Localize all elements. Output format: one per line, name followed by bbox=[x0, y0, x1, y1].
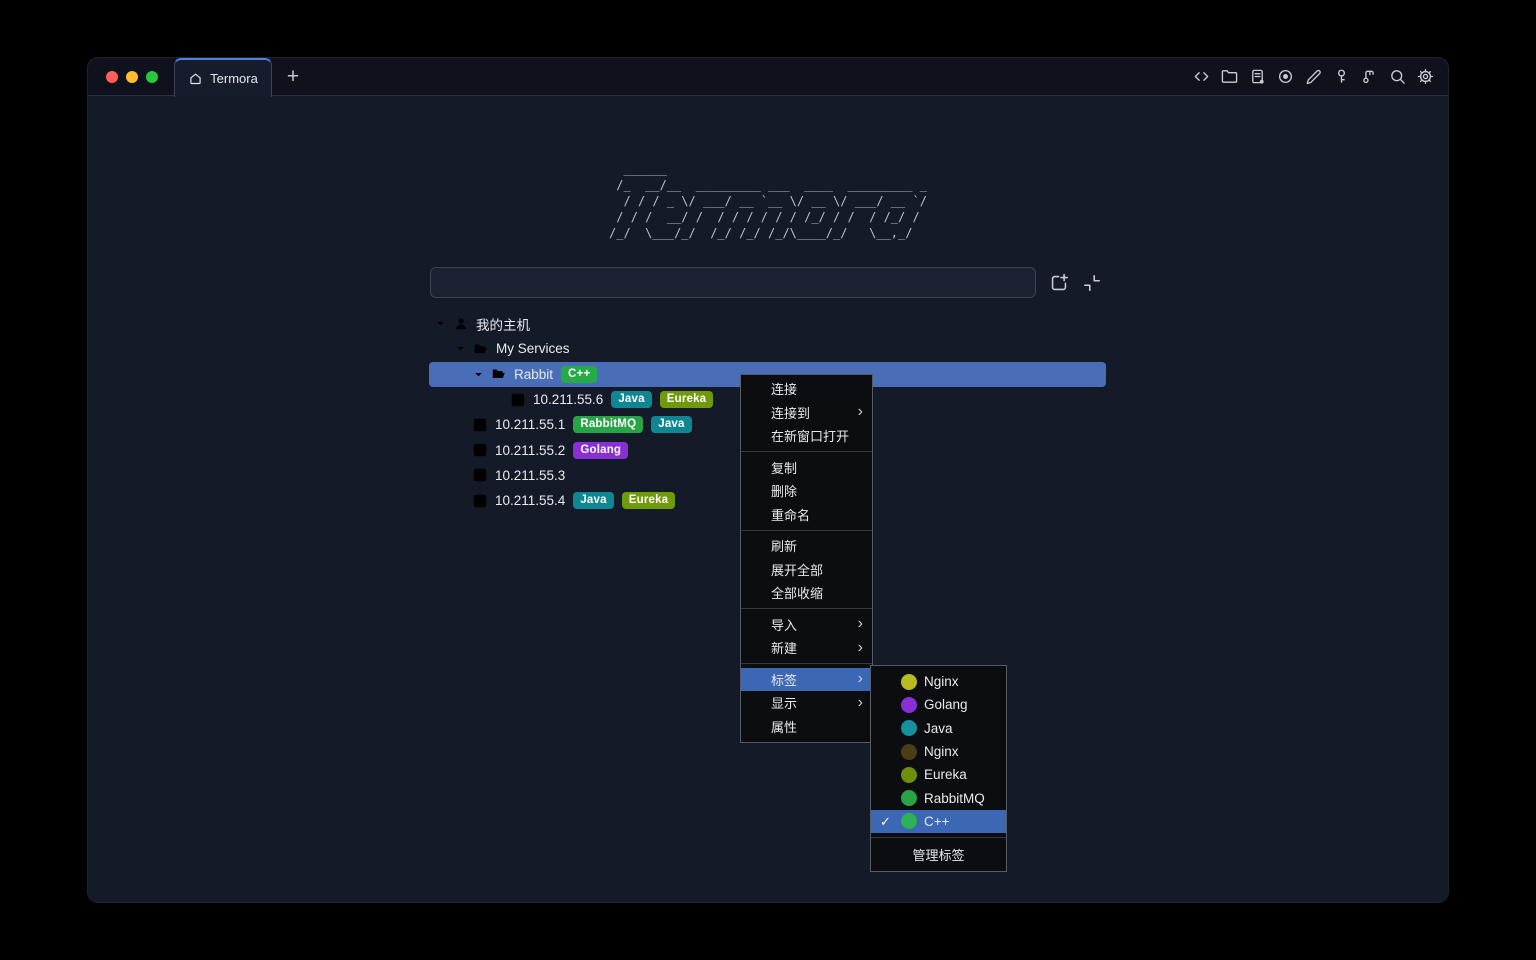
context-menu: 连接连接到›在新窗口打开复制删除重命名刷新展开全部全部收缩导入›新建› 标签›显示… bbox=[740, 374, 873, 743]
tag-color-dot bbox=[901, 813, 917, 829]
tag-badge: Eureka bbox=[622, 492, 676, 509]
ascii-logo: ______ /_ __/__ _________ ___ ____ _____… bbox=[609, 161, 927, 241]
home-icon bbox=[188, 71, 203, 86]
tag-menu-item[interactable]: Nginx bbox=[871, 670, 1006, 693]
menu-separator bbox=[741, 608, 872, 609]
code-icon[interactable] bbox=[1193, 68, 1210, 85]
close-window-button[interactable] bbox=[106, 71, 118, 83]
folder-icon[interactable] bbox=[1221, 68, 1238, 85]
manage-tags-item[interactable]: 管理标签 bbox=[871, 841, 1006, 867]
tree-item-label: 10.211.55.1 bbox=[495, 417, 565, 432]
tag-submenu: NginxGolangJavaNginxEurekaRabbitMQ✓C++管理… bbox=[870, 665, 1007, 872]
minimize-window-button[interactable] bbox=[126, 71, 138, 83]
terminal-icon bbox=[472, 493, 488, 509]
tag-badge: Golang bbox=[573, 442, 628, 459]
check-icon: ✓ bbox=[880, 814, 891, 830]
tag-menu-item[interactable]: Golang bbox=[871, 693, 1006, 716]
tag-menu-item[interactable]: Java bbox=[871, 717, 1006, 740]
menu-separator bbox=[741, 451, 872, 452]
tab-label: Termora bbox=[210, 71, 258, 86]
tab-termora[interactable]: Termora bbox=[174, 58, 272, 97]
window-controls bbox=[88, 58, 174, 95]
terminal-icon bbox=[472, 467, 488, 483]
app-window: Termora + ______ /_ __/__ _________ ___ … bbox=[88, 58, 1448, 902]
tag-badge: C++ bbox=[561, 366, 597, 383]
tree-item-label: 我的主机 bbox=[476, 314, 530, 334]
tag-color-dot bbox=[901, 674, 917, 690]
tree-item-label: 10.211.55.3 bbox=[495, 468, 565, 483]
tag-color-dot bbox=[901, 720, 917, 736]
key-icon[interactable] bbox=[1333, 68, 1350, 85]
tree-item-label: 10.211.55.2 bbox=[495, 443, 565, 458]
keychain-icon[interactable] bbox=[1361, 68, 1378, 85]
tree-row--[interactable]: 我的主机 bbox=[429, 311, 1106, 336]
menu-item[interactable]: 新建› bbox=[741, 636, 872, 660]
tag-color-dot bbox=[901, 697, 917, 713]
submenu-arrow-icon: › bbox=[858, 671, 863, 687]
search-row bbox=[430, 267, 1102, 298]
tag-menu-item[interactable]: RabbitMQ bbox=[871, 786, 1006, 809]
tag-menu-item[interactable]: ✓C++ bbox=[871, 810, 1006, 833]
settings-icon[interactable] bbox=[1417, 68, 1434, 85]
terminal-icon bbox=[472, 417, 488, 433]
tree-item-label: My Services bbox=[496, 341, 570, 356]
collapse-all-icon[interactable] bbox=[1082, 273, 1102, 293]
menu-separator bbox=[741, 663, 872, 664]
menu-item[interactable]: 连接 bbox=[741, 377, 872, 401]
toolbar bbox=[1193, 58, 1448, 95]
log-icon[interactable] bbox=[1249, 68, 1266, 85]
tag-badge: Java bbox=[651, 416, 691, 433]
submenu-arrow-icon: › bbox=[858, 404, 863, 420]
menu-item[interactable]: 重命名 bbox=[741, 503, 872, 527]
terminal-icon bbox=[472, 442, 488, 458]
menu-item[interactable]: 展开全部 bbox=[741, 558, 872, 582]
zoom-window-button[interactable] bbox=[146, 71, 158, 83]
menu-item[interactable]: 显示› bbox=[741, 691, 872, 715]
menu-item[interactable]: 属性 bbox=[741, 715, 872, 739]
tag-badge: Eureka bbox=[660, 391, 714, 408]
submenu-arrow-icon: › bbox=[858, 695, 863, 711]
menu-separator bbox=[871, 837, 1006, 838]
submenu-arrow-icon: › bbox=[858, 640, 863, 656]
menu-item[interactable]: 导入› bbox=[741, 613, 872, 637]
tag-menu-item[interactable]: Nginx bbox=[871, 740, 1006, 763]
new-tab-button[interactable]: + bbox=[272, 58, 314, 95]
tag-color-dot bbox=[901, 790, 917, 806]
tree-row-my-services[interactable]: My Services bbox=[429, 336, 1106, 361]
tag-badge: Java bbox=[611, 391, 651, 408]
menu-separator bbox=[741, 530, 872, 531]
tag-badge: RabbitMQ bbox=[573, 416, 643, 433]
menu-item[interactable]: 标签› bbox=[741, 668, 872, 692]
tag-color-dot bbox=[901, 767, 917, 783]
chevron-down-icon[interactable] bbox=[472, 368, 485, 381]
chevron-down-icon[interactable] bbox=[454, 342, 467, 355]
ascii-logo-wrap: ______ /_ __/__ _________ ___ ____ _____… bbox=[88, 161, 1448, 241]
submenu-arrow-icon: › bbox=[858, 616, 863, 632]
user-icon bbox=[453, 316, 469, 332]
menu-item[interactable]: 复制 bbox=[741, 456, 872, 480]
folder-open-icon bbox=[473, 341, 489, 357]
menu-item[interactable]: 全部收缩 bbox=[741, 581, 872, 605]
menu-item[interactable]: 在新窗口打开 bbox=[741, 424, 872, 448]
tag-badge: Java bbox=[573, 492, 613, 509]
search-icon[interactable] bbox=[1389, 68, 1406, 85]
tree-item-label: 10.211.55.6 bbox=[533, 392, 603, 407]
tree-item-label: 10.211.55.4 bbox=[495, 493, 565, 508]
edit-icon[interactable] bbox=[1305, 68, 1322, 85]
menu-item[interactable]: 连接到› bbox=[741, 401, 872, 425]
menu-item[interactable]: 刷新 bbox=[741, 534, 872, 558]
host-search-input[interactable] bbox=[430, 267, 1036, 298]
tag-menu-item[interactable]: Eureka bbox=[871, 763, 1006, 786]
new-host-icon[interactable] bbox=[1049, 273, 1069, 293]
tab-bar: Termora + bbox=[88, 58, 1448, 96]
tag-color-dot bbox=[901, 744, 917, 760]
terminal-icon bbox=[510, 392, 526, 408]
record-icon[interactable] bbox=[1277, 68, 1294, 85]
menu-item[interactable]: 删除 bbox=[741, 479, 872, 503]
folder-open-icon bbox=[491, 366, 507, 382]
chevron-down-icon[interactable] bbox=[434, 317, 447, 330]
tree-item-label: Rabbit bbox=[514, 367, 553, 382]
